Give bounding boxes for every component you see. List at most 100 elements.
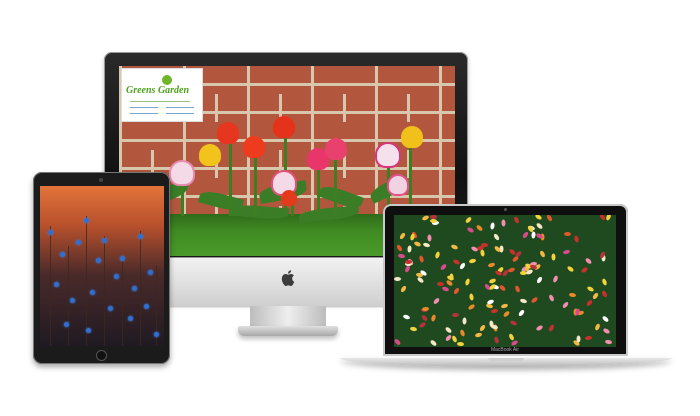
leaf-petal [422,242,431,248]
leaf-petal [404,264,411,274]
leaf-petal [594,322,601,332]
ipad-camera [99,178,103,182]
leaf-petal [493,336,500,344]
leaf-petal [507,266,516,274]
leaf-petal [531,231,536,239]
leaf-petal [409,233,416,241]
leaf-petal [576,335,581,343]
leaf-petal [439,263,448,271]
leaf-petal [429,215,438,220]
leaf-petal [584,257,593,265]
leaf-petal [552,274,559,284]
leaf-petal [452,287,461,295]
tulip-yellow [401,126,423,148]
leaf-petal [566,265,575,273]
leaf-petal [602,327,611,335]
leaf-petal [432,297,441,305]
greens-garden-logo: Greens Garden [121,68,203,122]
leaf-petal [397,253,406,259]
tulip-red [281,190,297,206]
leaf-petal [601,278,608,286]
leaf-petal [409,326,418,332]
leaf-petal [517,309,526,317]
leaf-petal [561,301,570,309]
tulip-pink [169,160,195,186]
leaf-petal [535,324,544,332]
leaf-petal [519,298,528,304]
leaf-petal [539,249,546,259]
leaf-petal [500,303,509,309]
ipad-home-button[interactable] [96,350,107,361]
leaf-petal [394,338,402,346]
leaf-petal [395,243,404,253]
macbook-label: MacBook Air [490,347,520,353]
leaf-petal [418,255,425,263]
leaf-petal [466,226,475,234]
leaf-petal [464,216,473,224]
leaf-petal [514,285,521,293]
leaf-petal [580,266,589,274]
macbook-camera [504,208,507,211]
leaf-petal [487,262,496,268]
leaf-petal [464,278,471,286]
leaf-petal [427,234,432,242]
leaf-petal [475,224,484,232]
leaf-petal [430,314,437,322]
leaf-petal [502,310,511,318]
leaf-petal [413,240,422,248]
leaf-petal [429,218,438,224]
tulip-red [243,136,265,158]
leaf-petal [434,251,441,259]
leaf-petal [489,222,496,230]
leaf-petal [584,335,593,341]
leaf-petal [420,314,429,322]
leaf-petal [468,293,475,301]
leaf-petal [586,285,595,293]
leaf-petal [601,315,610,323]
leaf-petal [418,321,427,329]
leaf-petal [467,303,476,311]
leaf-petal [513,215,520,225]
leaf-petal [444,326,453,334]
leaf-petal [521,231,530,239]
leaf-petal [545,215,554,223]
leaf-petal [604,339,613,345]
leaf-petal [441,285,450,293]
imac-stand-neck [250,306,326,328]
leaf-petal [462,317,467,325]
leaf-petal [402,313,411,321]
leaf-petal [573,235,580,243]
tulip-pink [325,138,347,160]
tulip-red [217,122,239,144]
leaf-petal [601,289,608,299]
leaf-petal [498,284,507,292]
leaf-petal [450,243,459,251]
leaf-petal [564,232,571,236]
leaf-petal [399,284,408,294]
leaf-petal [488,283,497,291]
leaf-petal [416,276,425,284]
ipad-screen [40,186,164,346]
macbook-lid-notch [488,358,524,361]
leaf-petal [535,222,544,230]
leaf-petal [548,323,555,333]
leaf-petal [605,215,612,222]
leaf-petal [525,268,534,276]
leaf-petal [501,219,506,227]
leaf-petal [490,308,499,314]
leaf-petal [407,245,412,253]
leaf-petal [458,261,467,271]
leaf-petal [492,232,501,242]
tree-icon [162,75,172,85]
leaf-petal [534,215,543,221]
leaf-petal [468,258,477,264]
imac-stand-foot [238,326,338,336]
tulip-yellow [199,144,221,166]
leaf-petal [421,215,430,222]
leaf-petal [451,312,460,318]
leaf-petal [429,339,438,347]
logo-brand-text: Greens Garden [126,85,190,96]
tulip-red [273,116,295,138]
macbook-screen [394,215,616,347]
leaf-petal [562,249,571,255]
